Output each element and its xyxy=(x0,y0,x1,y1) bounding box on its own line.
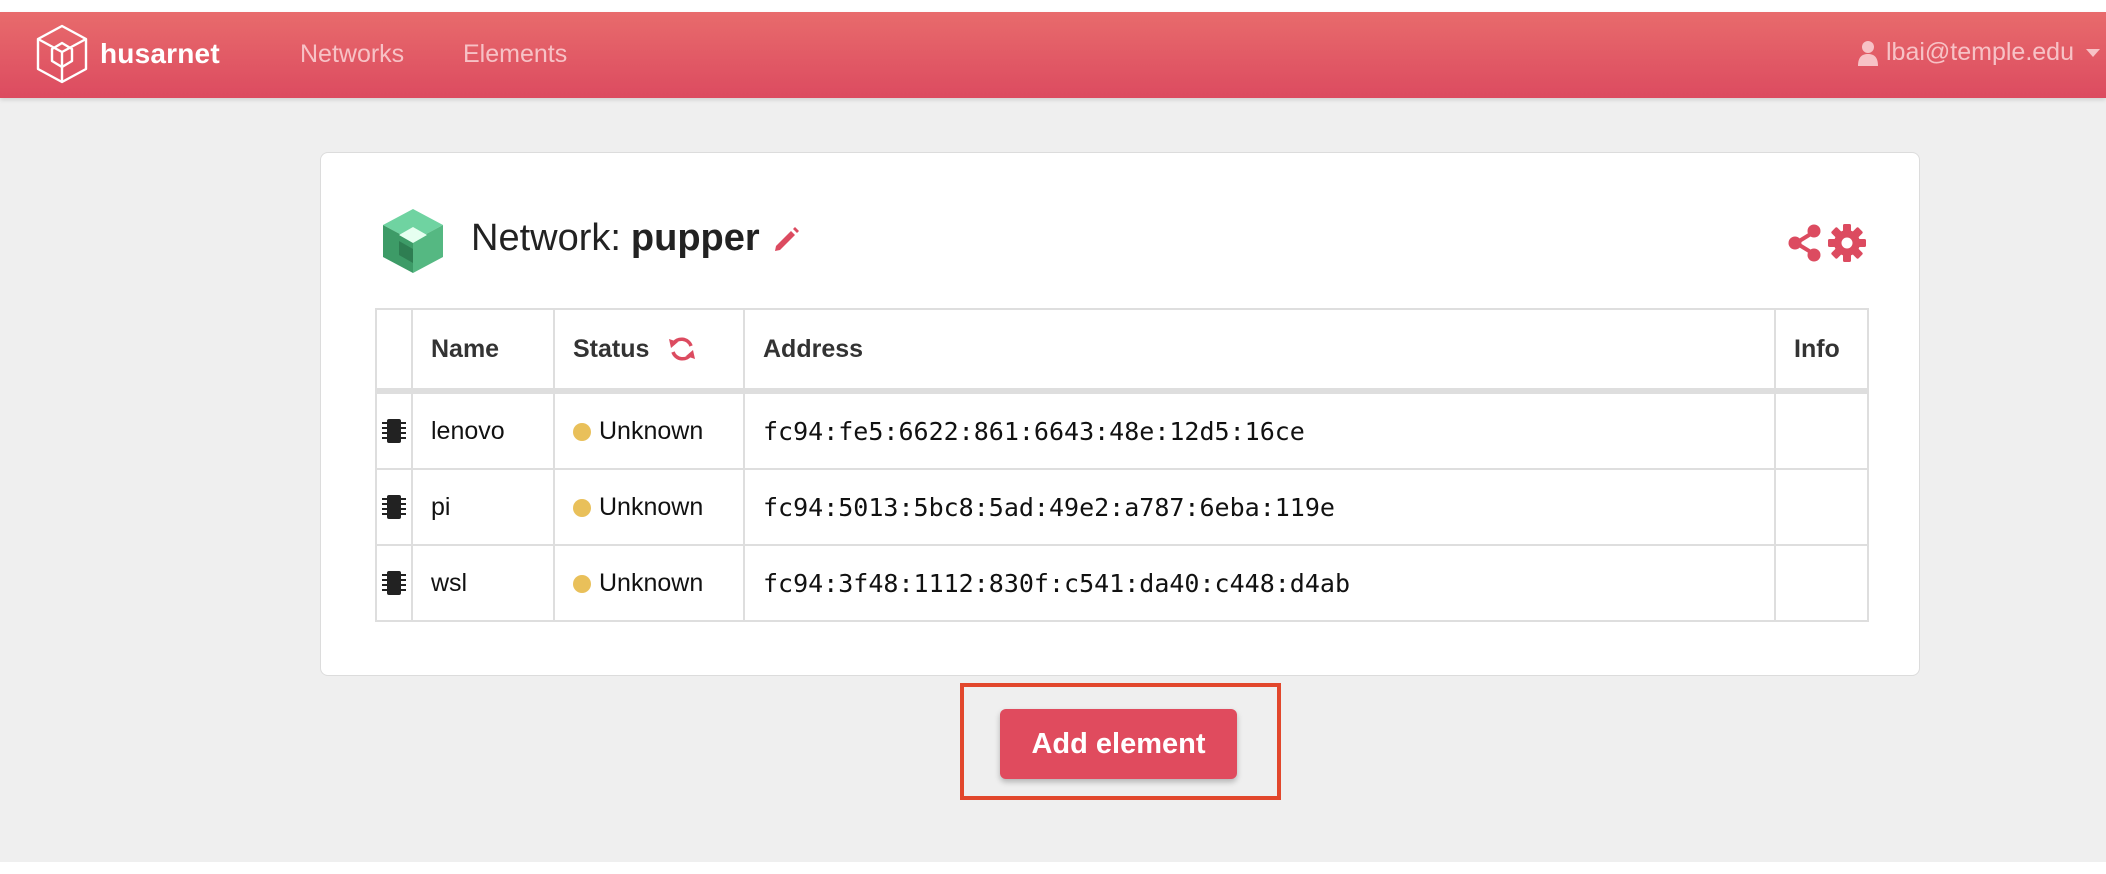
element-status: Unknown xyxy=(553,390,745,470)
element-status: Unknown xyxy=(553,468,745,546)
element-address: fc94:5013:5bc8:5ad:49e2:a787:6eba:119e xyxy=(743,468,1776,546)
network-logo-icon xyxy=(383,209,443,273)
nav-networks[interactable]: Networks xyxy=(300,40,404,69)
network-name: pupper xyxy=(630,217,760,259)
chip-icon xyxy=(382,571,406,596)
chip-icon xyxy=(382,419,406,444)
element-name: pi xyxy=(411,468,555,546)
header-address: Address xyxy=(743,308,1776,394)
user-email: lbai@temple.edu xyxy=(1886,38,2074,66)
user-icon xyxy=(1858,40,1878,66)
table-header-row: Name Status Address Info xyxy=(375,308,1869,394)
status-label: Unknown xyxy=(599,568,704,597)
status-dot xyxy=(573,574,591,593)
navbar: husarnet Networks Elements lbai@temple.e… xyxy=(0,12,2106,98)
table-row[interactable]: pi Unknown fc94:5013:5bc8:5ad:49e2:a787:… xyxy=(375,468,1869,546)
bottom-strip xyxy=(0,862,2106,874)
network-title: Network: pupper xyxy=(471,217,802,260)
status-label: Unknown xyxy=(599,416,704,445)
table-row[interactable]: lenovo Unknown fc94:fe5:6622:861:6643:48… xyxy=(375,390,1869,470)
element-name: lenovo xyxy=(411,390,555,470)
refresh-icon[interactable] xyxy=(667,334,697,364)
status-label: Unknown xyxy=(599,492,704,521)
element-info xyxy=(1774,468,1869,546)
brand-name: husarnet xyxy=(100,38,220,69)
network-header: Network: pupper xyxy=(377,205,1867,279)
header-status-label: Status xyxy=(573,334,650,363)
element-status: Unknown xyxy=(553,544,745,622)
status-dot xyxy=(573,498,591,517)
top-strip xyxy=(0,0,2106,12)
chevron-down-icon xyxy=(2086,48,2100,57)
add-element-button[interactable]: Add element xyxy=(1000,709,1237,779)
status-dot xyxy=(573,422,591,441)
nav-elements[interactable]: Elements xyxy=(463,40,567,69)
chip-icon xyxy=(382,495,406,520)
element-address: fc94:3f48:1112:830f:c541:da40:c448:d4ab xyxy=(743,544,1776,622)
elements-table: Name Status Address Info lenovo Unknown … xyxy=(375,308,1869,622)
gear-icon[interactable] xyxy=(1827,223,1867,263)
element-info xyxy=(1774,390,1869,470)
network-card: Network: pupper Name Status Address Info… xyxy=(320,152,1920,676)
header-icon-col xyxy=(375,308,413,394)
brand[interactable]: husarnet xyxy=(34,23,220,85)
element-address: fc94:fe5:6622:861:6643:48e:12d5:16ce xyxy=(743,390,1776,470)
table-row[interactable]: wsl Unknown fc94:3f48:1112:830f:c541:da4… xyxy=(375,544,1869,622)
network-title-prefix: Network: xyxy=(471,217,621,259)
element-info xyxy=(1774,544,1869,622)
header-status: Status xyxy=(553,308,745,394)
user-menu[interactable]: lbai@temple.edu xyxy=(1858,38,2100,67)
husarnet-logo-icon xyxy=(36,24,88,84)
share-icon[interactable] xyxy=(1785,223,1825,263)
header-info: Info xyxy=(1774,308,1869,394)
element-name: wsl xyxy=(411,544,555,622)
header-name: Name xyxy=(411,308,555,394)
pencil-icon[interactable] xyxy=(772,224,802,254)
